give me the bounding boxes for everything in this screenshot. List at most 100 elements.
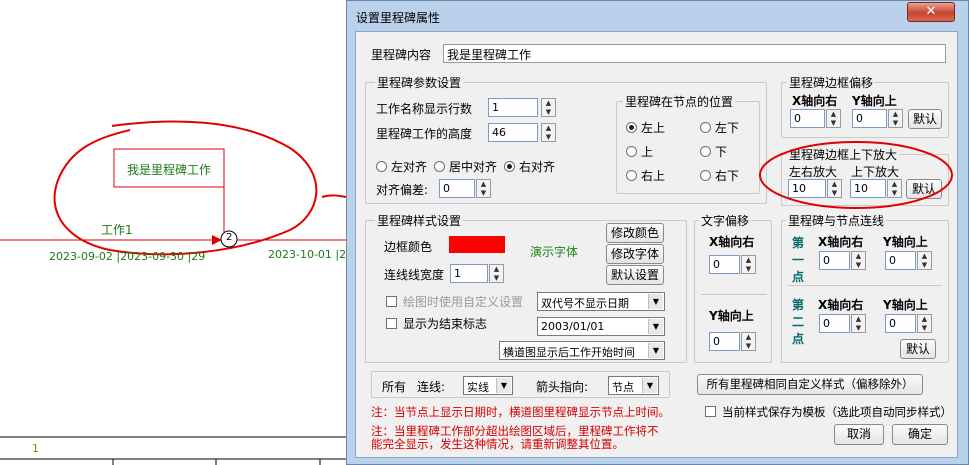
second-point-label: 第二点 <box>792 298 805 346</box>
pos-top-right-radio[interactable]: 右上 <box>626 167 665 184</box>
node-position-group: 里程碑在节点的位置 左上 左下 上 下 右上 右下 <box>616 93 760 194</box>
offset-input[interactable]: 0 <box>439 179 475 198</box>
style-group-title: 里程碑样式设置 <box>375 212 464 229</box>
align-right-radio[interactable]: 右对齐 <box>504 158 555 175</box>
pos-bottom-right-radio[interactable]: 右下 <box>700 167 739 184</box>
connection-title: 里程碑与节点连线 <box>786 212 887 229</box>
p1-y-spinner[interactable]: ▲ ▼ <box>917 251 932 270</box>
params-group: 里程碑参数设置 工作名称显示行数 1 ▲ ▼ 里程碑工作的高度 46 ▲ ▼ 左对齐… <box>365 74 767 204</box>
border-color-swatch[interactable] <box>449 236 505 253</box>
offset-spinner[interactable]: ▲ ▼ <box>476 179 491 198</box>
connection-default-button[interactable]: 默认 <box>900 339 936 359</box>
content-label: 里程碑内容 <box>371 48 432 62</box>
border-offset-y-spinner[interactable]: ▲ ▼ <box>888 109 903 128</box>
offset-label: 对齐偏差: <box>376 183 429 197</box>
border-offset-y-input[interactable]: 0 <box>852 109 887 128</box>
style-group: 里程碑样式设置 边框颜色 演示字体 修改颜色 修改字体 默认设置 连线线宽度 1… <box>365 212 687 363</box>
apply-all-same-style-button[interactable]: 所有里程碑相同自定义样式（偏移除外） <box>697 374 923 395</box>
default-style-button[interactable]: 默认设置 <box>606 265 664 285</box>
arrow-direction-label: 箭头指向: <box>536 380 589 394</box>
align-left-radio[interactable]: 左对齐 <box>376 158 427 175</box>
border-offset-title: 里程碑边框偏移 <box>787 74 876 91</box>
date-mode-select[interactable]: 双代号不显示日期 ▼ <box>537 292 665 311</box>
arrow-direction-select[interactable]: 节点 ▼ <box>608 376 659 395</box>
p2-y-spinner[interactable]: ▲ ▼ <box>917 314 932 333</box>
pos-bottom-radio[interactable]: 下 <box>700 143 727 160</box>
rows-input[interactable]: 1 <box>488 98 538 117</box>
height-spinner[interactable]: ▲ ▼ <box>541 123 556 142</box>
p2-x-input[interactable]: 0 <box>819 314 850 333</box>
chevron-down-icon: ▼ <box>648 343 663 358</box>
p2-x-spinner[interactable]: ▲ ▼ <box>851 314 866 333</box>
timeline-select[interactable]: 横道图显示后工作开始时间 ▼ <box>499 341 665 360</box>
p1-y-input[interactable]: 0 <box>885 251 916 270</box>
end-mark-checkbox[interactable]: 显示为结束标志 <box>386 315 487 332</box>
p2-x-label: X轴向右 <box>818 298 864 312</box>
arrow-head <box>212 235 222 245</box>
date-text-2: 2023-10-01 |20 <box>268 248 354 261</box>
custom-setting-checkbox[interactable]: 绘图时使用自定义设置 <box>386 293 523 310</box>
modify-font-button[interactable]: 修改字体 <box>606 244 664 264</box>
p1-x-label: X轴向右 <box>818 235 864 249</box>
text-offset-x-label: X轴向右 <box>709 235 755 249</box>
modify-color-button[interactable]: 修改颜色 <box>606 223 664 243</box>
line-type-select[interactable]: 实线 ▼ <box>463 376 513 395</box>
border-offset-y-label: Y轴向上 <box>852 94 897 108</box>
save-template-checkbox[interactable]: 当前样式保存为模板（选此项自动同步样式） <box>705 404 952 420</box>
close-button[interactable]: ✕ <box>907 2 955 22</box>
row-number: 1 <box>32 442 39 455</box>
line-type-label: 连线: <box>417 380 446 394</box>
rows-spinner[interactable]: ▲ ▼ <box>541 98 556 117</box>
line-width-input[interactable]: 1 <box>450 264 488 283</box>
text-offset-y-input[interactable]: 0 <box>709 332 740 351</box>
note-date-display: 注：当节点上显示日期时，横道图里程碑显示节点上时间。 <box>371 405 670 419</box>
ok-button[interactable]: 确定 <box>892 424 948 445</box>
line-style-bar: 所有 连线: 实线 ▼ 箭头指向: 节点 ▼ <box>371 371 670 398</box>
dialog-title-bar[interactable]: 设置里程碑属性 ✕ <box>347 1 968 31</box>
annotation-highlight <box>759 141 953 209</box>
p1-x-spinner[interactable]: ▲ ▼ <box>851 251 866 270</box>
text-offset-title: 文字偏移 <box>699 212 752 229</box>
p2-y-label: Y轴向上 <box>883 298 928 312</box>
annotation-ellipse <box>53 120 318 256</box>
close-icon: ✕ <box>925 4 937 19</box>
rows-label: 工作名称显示行数 <box>376 102 473 116</box>
node-position-title: 里程碑在节点的位置 <box>623 93 736 110</box>
height-label: 里程碑工作的高度 <box>376 127 473 141</box>
text-offset-x-input[interactable]: 0 <box>709 255 740 274</box>
chevron-down-icon: ▼ <box>648 319 663 334</box>
content-input[interactable]: 我是里程碑工作 <box>443 44 946 63</box>
chevron-down-icon: ▼ <box>648 294 663 309</box>
border-color-label: 边框颜色 <box>384 240 433 254</box>
border-offset-x-input[interactable]: 0 <box>790 109 825 128</box>
border-offset-x-spinner[interactable]: ▲ ▼ <box>826 109 841 128</box>
cancel-button[interactable]: 取消 <box>834 424 884 445</box>
line-width-spinner[interactable]: ▲ ▼ <box>489 264 504 283</box>
divider <box>701 294 767 295</box>
pos-top-radio[interactable]: 上 <box>626 143 653 160</box>
node-number: 2 <box>226 232 233 243</box>
border-offset-default-button[interactable]: 默认 <box>908 109 942 129</box>
work-label: 工作1 <box>101 223 133 237</box>
date-text-1: 2023-09-02 |2023-09-30 |29 <box>49 250 206 263</box>
p1-x-input[interactable]: 0 <box>819 251 850 270</box>
date-value-select[interactable]: 2003/01/01 ▼ <box>537 317 665 336</box>
pos-top-left-radio[interactable]: 左上 <box>626 119 665 136</box>
pos-bottom-left-radio[interactable]: 左下 <box>700 119 739 136</box>
note-overflow-line2: 能完全显示，发生这种情况，请重新调整其位置。 <box>371 437 624 451</box>
border-offset-x-label: X轴向右 <box>792 94 838 108</box>
all-label: 所有 <box>382 380 407 394</box>
p2-y-input[interactable]: 0 <box>885 314 916 333</box>
height-input[interactable]: 46 <box>488 123 538 142</box>
first-point-label: 第一点 <box>792 236 805 284</box>
milestone-properties-dialog: 设置里程碑属性 ✕ 里程碑内容 我是里程碑工作 里程碑参数设置 工作名称显示行数… <box>346 0 969 465</box>
dialog-title: 设置里程碑属性 <box>356 11 441 25</box>
divider <box>788 285 942 286</box>
text-offset-x-spinner[interactable]: ▲ ▼ <box>741 255 756 274</box>
align-center-radio[interactable]: 居中对齐 <box>434 158 497 175</box>
border-offset-group: 里程碑边框偏移 X轴向右 Y轴向上 0 ▲ ▼ 0 ▲ ▼ 默认 <box>781 74 949 138</box>
chevron-down-icon: ▼ <box>642 378 657 393</box>
text-offset-group: 文字偏移 X轴向右 0 ▲ ▼ Y轴向上 0 ▲ ▼ <box>694 212 772 363</box>
line-width-label: 连线线宽度 <box>384 268 445 282</box>
text-offset-y-spinner[interactable]: ▲ ▼ <box>741 332 756 351</box>
